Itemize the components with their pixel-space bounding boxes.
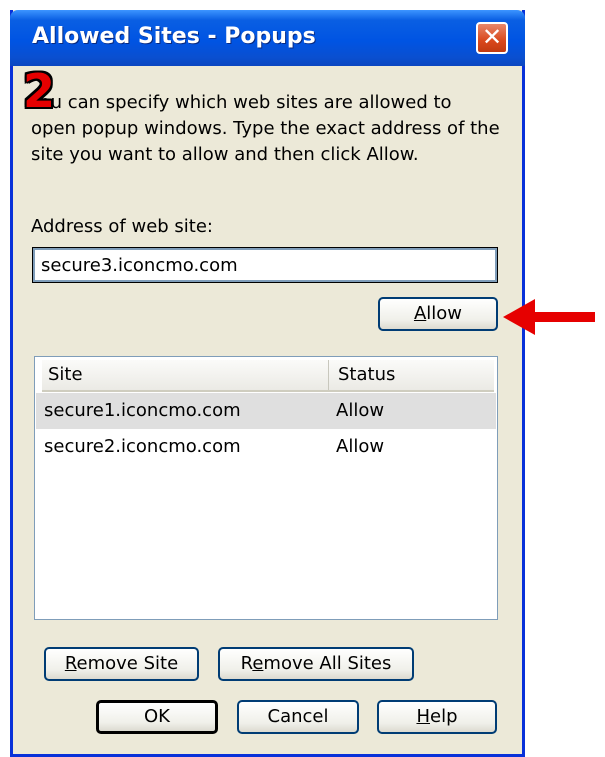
remove-all-sites-button[interactable]: Remove All Sites	[218, 647, 414, 681]
cancel-button[interactable]: Cancel	[237, 700, 359, 734]
row-site: secure1.iconcmo.com	[44, 400, 241, 421]
address-label: Address of web site:	[31, 216, 213, 237]
close-icon: ✕	[481, 23, 503, 51]
remove-all-pre: R	[240, 653, 253, 674]
description-text: You can specify which web sites are allo…	[31, 92, 500, 165]
list-header: Site Status	[42, 360, 494, 392]
close-button[interactable]: ✕	[476, 22, 508, 54]
help-mnemonic: H	[416, 706, 431, 727]
help-post: elp	[430, 706, 458, 727]
list-row[interactable]: secure1.iconcmo.com Allow	[36, 393, 496, 429]
row-status: Allow	[336, 436, 385, 457]
allow-label-post: llow	[426, 303, 463, 324]
column-header-status[interactable]: Status	[330, 360, 488, 390]
remove-site-button[interactable]: Remove Site	[44, 647, 199, 681]
column-header-site[interactable]: Site	[42, 360, 329, 390]
help-button[interactable]: Help	[377, 700, 497, 734]
arrow-shape	[503, 299, 595, 335]
window-title: Allowed Sites - Popups	[32, 24, 316, 49]
address-input[interactable]	[32, 247, 498, 283]
remove-site-mnemonic: R	[64, 653, 77, 674]
title-bar[interactable]: Allowed Sites - Popups ✕	[10, 10, 525, 66]
list-row[interactable]: secure2.iconcmo.com Allow	[36, 429, 496, 465]
allow-label-mnemonic: A	[413, 303, 427, 324]
allow-button[interactable]: Allow	[378, 297, 498, 331]
step-number-annotation: 2	[23, 64, 56, 118]
row-status: Allow	[336, 400, 385, 421]
remove-all-post: move All Sites	[263, 653, 392, 674]
site-list[interactable]: Site Status secure1.iconcmo.com Allow se…	[34, 356, 498, 620]
row-site: secure2.iconcmo.com	[44, 436, 241, 457]
remove-site-post: emove Site	[76, 653, 179, 674]
ok-button[interactable]: OK	[96, 700, 218, 734]
red-arrow-annotation	[503, 299, 595, 335]
remove-all-mnemonic: e	[252, 653, 264, 674]
